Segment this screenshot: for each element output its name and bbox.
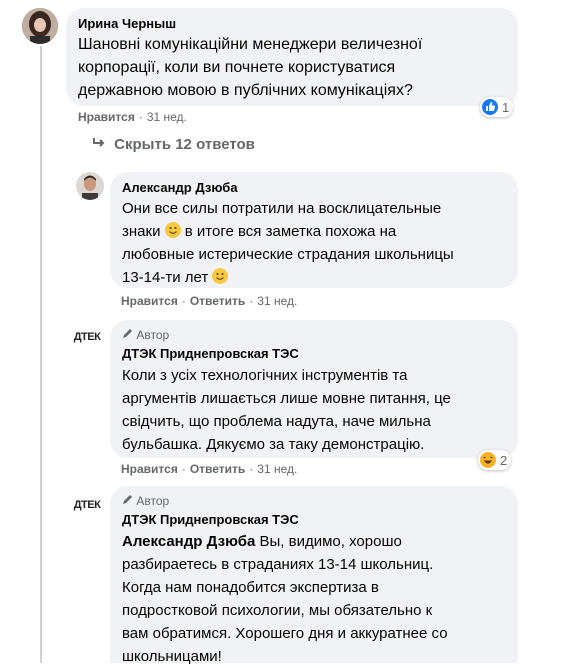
pencil-icon bbox=[122, 494, 133, 508]
reaction-summary[interactable]: 1 bbox=[480, 97, 514, 117]
reply-text: Коли з усіх технологічних інструментів т… bbox=[122, 364, 506, 456]
reply-bubble: Автор ДТЭК Приднепровская ТЭС Коли з усі… bbox=[110, 320, 518, 458]
timestamp[interactable]: 31 нед. bbox=[257, 462, 297, 476]
comment-line: Шановні комунікаційни менеджери величезн… bbox=[78, 36, 423, 53]
reply-line: школьницами! bbox=[122, 648, 222, 665]
reply-author[interactable]: ДТЭК Приднепровская ТЭС bbox=[122, 512, 506, 528]
reaction-count: 1 bbox=[502, 99, 510, 115]
reply-line: Александр Дзюба Вы, видимо, хорошо bbox=[122, 533, 402, 550]
reply-link[interactable]: Ответить bbox=[190, 294, 245, 308]
reply-line: аргументів лишається лише мовне питання,… bbox=[122, 390, 451, 407]
comment-actions: Нравится · 31 нед. bbox=[78, 110, 187, 124]
comment-line: державною мовою в публічних комунікаціях… bbox=[78, 82, 413, 99]
reply-text: Александр Дзюба Вы, видимо, хорошо разби… bbox=[122, 530, 506, 668]
avatar[interactable]: ДТЕК bbox=[72, 490, 102, 520]
reply-actions: Нравится · Ответить · 31 нед. bbox=[121, 294, 298, 308]
mention-link[interactable]: Александр Дзюба bbox=[122, 533, 255, 550]
reply-author[interactable]: ДТЭК Приднепровская ТЭС bbox=[122, 346, 506, 362]
reply-line: Когда нам понадобится экспертиза в bbox=[122, 579, 379, 596]
reply-line: Они все силы потратили на восклицательны… bbox=[122, 200, 442, 217]
profile-photo-icon bbox=[22, 8, 58, 44]
avatar[interactable]: ДТЕК bbox=[72, 322, 102, 352]
profile-photo-icon bbox=[76, 172, 104, 200]
comment-author[interactable]: Ирина Черныш bbox=[78, 16, 506, 32]
dtek-logo: ДТЕК bbox=[73, 331, 101, 343]
smiling-face-icon bbox=[212, 268, 229, 284]
reply-line: знаки в итоге вся заметка похожа на bbox=[122, 222, 397, 240]
author-badge: Автор bbox=[122, 494, 506, 508]
reply-line: любовные истерические страдания школьниц… bbox=[122, 246, 454, 263]
smiling-face-icon bbox=[164, 222, 181, 238]
dtek-logo: ДТЕК bbox=[73, 499, 101, 511]
comment-line: корпорації, коли ви почнете користуватис… bbox=[78, 59, 396, 76]
reply-line: 13-14-ти лет bbox=[122, 266, 506, 289]
reply-line: бульбашка. Дякуємо за таку демонстрацію. bbox=[122, 436, 425, 453]
comment-text: Шановні комунікаційни менеджери величезн… bbox=[78, 33, 506, 102]
like-link[interactable]: Нравится bbox=[121, 294, 178, 308]
timestamp[interactable]: 31 нед. bbox=[257, 294, 297, 308]
timestamp[interactable]: 31 нед. bbox=[147, 110, 187, 124]
reaction-count: 2 bbox=[500, 452, 508, 468]
author-badge: Автор bbox=[122, 328, 506, 342]
reaction-summary[interactable]: 2 bbox=[478, 450, 512, 470]
reply-bubble: Александр Дзюба Они все силы потратили н… bbox=[110, 172, 518, 288]
like-link[interactable]: Нравится bbox=[121, 462, 178, 476]
reply-author[interactable]: Александр Дзюба bbox=[122, 180, 506, 196]
avatar[interactable] bbox=[76, 172, 104, 200]
laughing-face-icon bbox=[480, 452, 496, 468]
comment-bubble: Ирина Черныш Шановні комунікаційни менед… bbox=[66, 8, 518, 106]
reply-text: Они все силы потратили на восклицательны… bbox=[122, 197, 506, 289]
thumbs-up-icon bbox=[482, 99, 498, 115]
thread-line bbox=[40, 46, 42, 663]
avatar[interactable] bbox=[22, 8, 58, 44]
reply-line: Коли з усіх технологічних інструментів т… bbox=[122, 367, 408, 384]
hide-replies-label: Скрыть 12 ответов bbox=[114, 136, 255, 153]
pencil-icon bbox=[122, 328, 133, 342]
like-link[interactable]: Нравится bbox=[78, 110, 135, 124]
reply-actions: Нравится · Ответить · 31 нед. bbox=[121, 462, 298, 476]
reply-link[interactable]: Ответить bbox=[190, 462, 245, 476]
reply-line: свідчить, що проблема надута, наче мильн… bbox=[122, 413, 431, 430]
reply-line: вам обратимся. Хорошего дня и аккуратнее… bbox=[122, 625, 448, 642]
reply-line: подростковой психологии, мы обязательно … bbox=[122, 602, 433, 619]
reply-bubble: Автор ДТЭК Приднепровская ТЭС Александр … bbox=[110, 486, 518, 665]
return-arrow-icon bbox=[92, 136, 110, 153]
reply-line: разбираетесь в страданиях 13-14 школьниц… bbox=[122, 556, 434, 573]
hide-replies-button[interactable]: Скрыть 12 ответов bbox=[92, 136, 255, 153]
